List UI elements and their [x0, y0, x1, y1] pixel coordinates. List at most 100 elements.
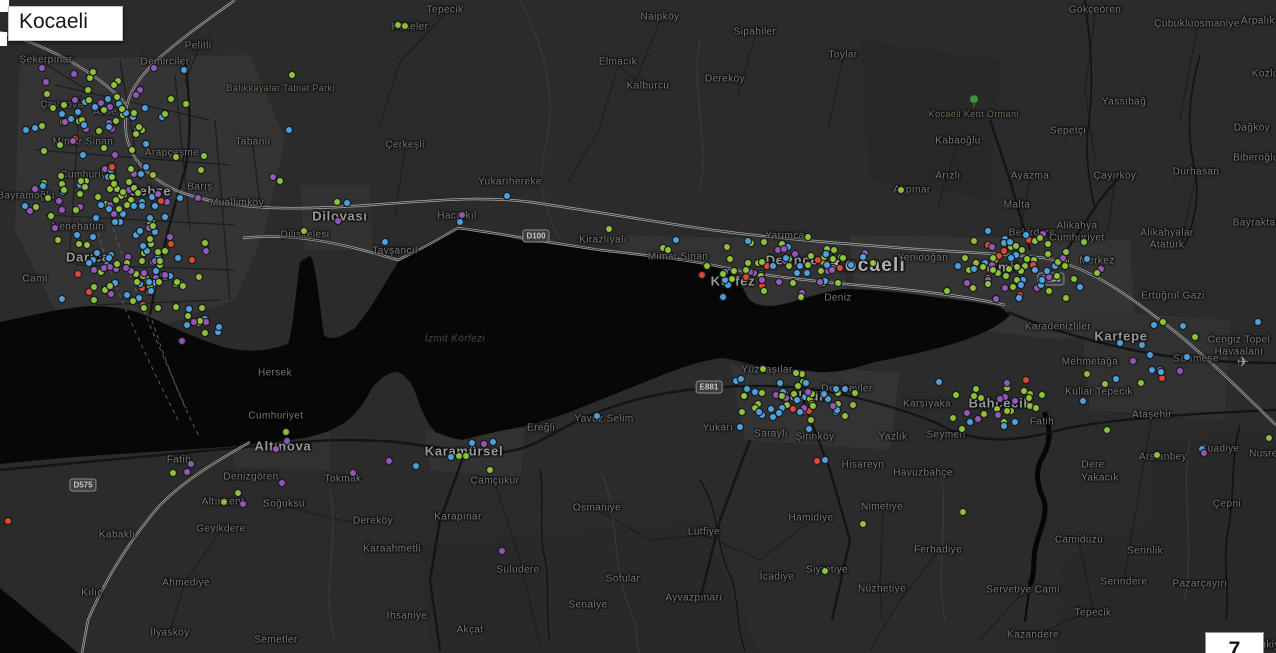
map-dot[interactable]: [174, 254, 181, 261]
map-dot[interactable]: [1112, 375, 1119, 382]
map-dot[interactable]: [149, 222, 156, 229]
map-dot[interactable]: [791, 250, 798, 257]
map-dot[interactable]: [736, 423, 743, 430]
map-dot[interactable]: [167, 240, 174, 247]
map-dot[interactable]: [1137, 379, 1144, 386]
map-dot[interactable]: [108, 173, 115, 180]
map-dot[interactable]: [76, 190, 83, 197]
map-dot[interactable]: [775, 278, 782, 285]
map-dot[interactable]: [118, 105, 125, 112]
map-dot[interactable]: [1000, 422, 1007, 429]
map-dot[interactable]: [984, 227, 991, 234]
map-dot[interactable]: [178, 337, 185, 344]
map-dot[interactable]: [95, 127, 102, 134]
map-dot[interactable]: [970, 265, 977, 272]
map-dot[interactable]: [455, 452, 462, 459]
map-dot[interactable]: [805, 425, 812, 432]
map-viewport[interactable]: KocaeliGebzeDarıcaDilovasıKörfezDerinceİ…: [0, 0, 1276, 653]
map-dot[interactable]: [201, 239, 208, 246]
map-dot[interactable]: [480, 440, 487, 447]
map-dot[interactable]: [283, 437, 290, 444]
map-dot[interactable]: [804, 388, 811, 395]
map-dot[interactable]: [55, 197, 62, 204]
map-dot[interactable]: [796, 262, 803, 269]
map-dot[interactable]: [1062, 248, 1069, 255]
map-dot[interactable]: [343, 199, 350, 206]
map-dot[interactable]: [593, 412, 600, 419]
map-dot[interactable]: [869, 259, 876, 266]
map-dot[interactable]: [185, 305, 192, 312]
map-dot[interactable]: [394, 21, 401, 28]
map-dot[interactable]: [996, 395, 1003, 402]
map-dot[interactable]: [758, 258, 765, 265]
map-dot[interactable]: [197, 166, 204, 173]
map-dot[interactable]: [1015, 294, 1022, 301]
map-dot[interactable]: [1146, 351, 1153, 358]
map-dot[interactable]: [1002, 272, 1009, 279]
map-dot[interactable]: [90, 266, 97, 273]
map-dot[interactable]: [1045, 287, 1052, 294]
map-dot[interactable]: [60, 186, 67, 193]
map-dot[interactable]: [958, 425, 965, 432]
map-dot[interactable]: [75, 240, 82, 247]
map-dot[interactable]: [821, 456, 828, 463]
map-dot[interactable]: [157, 197, 164, 204]
map-dot[interactable]: [793, 396, 800, 403]
map-dot[interactable]: [31, 124, 38, 131]
map-dot[interactable]: [137, 170, 144, 177]
map-dot[interactable]: [1176, 367, 1183, 374]
map-dot[interactable]: [849, 401, 856, 408]
map-dot[interactable]: [79, 151, 86, 158]
map-dot[interactable]: [123, 291, 130, 298]
map-dot[interactable]: [285, 126, 292, 133]
map-dot[interactable]: [789, 405, 796, 412]
map-dot[interactable]: [776, 379, 783, 386]
map-dot[interactable]: [111, 218, 118, 225]
map-dot[interactable]: [1044, 250, 1051, 257]
map-dot[interactable]: [1022, 231, 1029, 238]
map-dot[interactable]: [122, 264, 129, 271]
map-dot[interactable]: [234, 489, 241, 496]
map-dot[interactable]: [182, 100, 189, 107]
map-dot[interactable]: [51, 224, 58, 231]
map-dot[interactable]: [836, 264, 843, 271]
map-dot[interactable]: [744, 237, 751, 244]
map-dot[interactable]: [974, 415, 981, 422]
map-dot[interactable]: [85, 259, 92, 266]
map-dot[interactable]: [54, 236, 61, 243]
map-dot[interactable]: [141, 104, 148, 111]
map-dot[interactable]: [759, 365, 766, 372]
map-dot[interactable]: [963, 279, 970, 286]
map-dot[interactable]: [1006, 238, 1013, 245]
map-dot[interactable]: [215, 323, 222, 330]
map-dot[interactable]: [1076, 283, 1083, 290]
map-dot[interactable]: [145, 278, 152, 285]
map-dot[interactable]: [138, 257, 145, 264]
map-dot[interactable]: [797, 293, 804, 300]
map-dot[interactable]: [785, 262, 792, 269]
map-dot[interactable]: [70, 70, 77, 77]
map-dot[interactable]: [605, 225, 612, 232]
map-dot[interactable]: [851, 389, 858, 396]
map-dot[interactable]: [1044, 240, 1051, 247]
map-dot[interactable]: [161, 213, 168, 220]
map-dot[interactable]: [161, 247, 168, 254]
map-dot[interactable]: [111, 151, 118, 158]
map-dot[interactable]: [130, 202, 137, 209]
map-dot[interactable]: [146, 214, 153, 221]
map-dot[interactable]: [984, 280, 991, 287]
map-dot[interactable]: [89, 68, 96, 75]
map-dot[interactable]: [489, 438, 496, 445]
map-dot[interactable]: [142, 163, 149, 170]
map-dot[interactable]: [952, 391, 959, 398]
map-dot[interactable]: [813, 457, 820, 464]
map-dot[interactable]: [758, 276, 765, 283]
map-dot[interactable]: [194, 194, 201, 201]
map-dot[interactable]: [961, 254, 968, 261]
map-dot[interactable]: [755, 408, 762, 415]
map-dot[interactable]: [1017, 281, 1024, 288]
map-dot[interactable]: [672, 236, 679, 243]
map-dot[interactable]: [1083, 255, 1090, 262]
map-dot[interactable]: [198, 304, 205, 311]
map-dot[interactable]: [93, 249, 100, 256]
